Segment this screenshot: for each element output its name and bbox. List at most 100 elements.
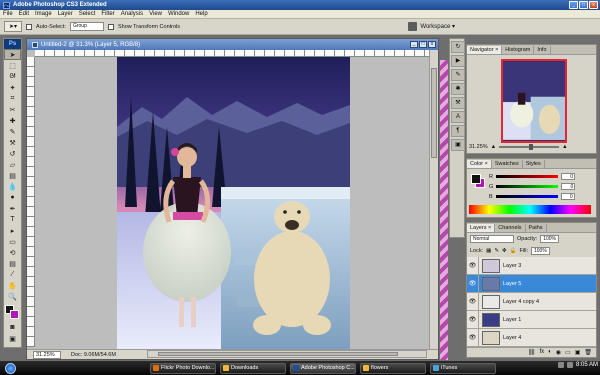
- tab-info[interactable]: Info: [534, 46, 551, 54]
- 3d-rotate-tool-icon[interactable]: ⟲: [4, 247, 21, 258]
- lasso-tool-icon[interactable]: ᘛ: [4, 71, 21, 82]
- network-icon[interactable]: [557, 362, 564, 368]
- horizontal-scroll-thumb[interactable]: [158, 352, 398, 356]
- tab-navigator[interactable]: Navigator ×: [467, 46, 503, 54]
- menu-window[interactable]: Window: [168, 11, 189, 17]
- zoom-out-icon[interactable]: ▲: [491, 144, 496, 150]
- delete-layer-icon[interactable]: 🗑: [584, 349, 592, 356]
- vertical-scroll-thumb[interactable]: [431, 68, 437, 158]
- show-transform-checkbox[interactable]: [107, 23, 114, 30]
- auto-select-checkbox[interactable]: [26, 23, 32, 30]
- tab-layers[interactable]: Layers ×: [467, 224, 496, 232]
- shape-tool-icon[interactable]: ▭: [4, 236, 21, 247]
- character-panel-icon[interactable]: A: [451, 111, 465, 123]
- tool-presets-icon[interactable]: ✎: [451, 69, 465, 81]
- navigator-zoom-value[interactable]: 31.25%: [469, 144, 488, 150]
- lock-transparent-icon[interactable]: ▦: [486, 248, 491, 254]
- opacity-field[interactable]: 100%: [540, 235, 559, 243]
- blur-tool-icon[interactable]: 💧: [4, 181, 21, 192]
- layer-row[interactable]: 👁 Layer 3: [467, 256, 596, 275]
- history-brush-tool-icon[interactable]: ↺: [4, 148, 21, 159]
- tab-color[interactable]: Color ×: [467, 160, 492, 168]
- menu-edit[interactable]: Edit: [19, 11, 29, 17]
- tab-channels[interactable]: Channels: [495, 224, 526, 232]
- menu-view[interactable]: View: [149, 11, 162, 17]
- lock-image-icon[interactable]: ✎: [494, 248, 499, 254]
- doc-maximize-button[interactable]: □: [419, 41, 427, 48]
- actions-panel-icon[interactable]: ▶: [451, 55, 465, 67]
- menu-file[interactable]: File: [3, 11, 13, 17]
- start-button[interactable]: [0, 361, 20, 375]
- pen-tool-icon[interactable]: ✒: [4, 203, 21, 214]
- vertical-scrollbar[interactable]: [429, 50, 438, 350]
- eye-icon[interactable]: 👁: [467, 292, 479, 311]
- taskbar-item-itunes[interactable]: iTunes: [430, 362, 496, 374]
- history-panel-icon[interactable]: ↻: [451, 41, 465, 53]
- layer-row[interactable]: 👁 Layer 4: [467, 328, 596, 347]
- color-foreground-swatch[interactable]: [471, 174, 481, 184]
- brushes-panel-icon[interactable]: ✱: [451, 83, 465, 95]
- clone-stamp-tool-icon[interactable]: ⚒: [4, 137, 21, 148]
- healing-brush-tool-icon[interactable]: ✚: [4, 115, 21, 126]
- lock-all-icon[interactable]: 🔒: [510, 248, 517, 254]
- menu-select[interactable]: Select: [79, 11, 96, 17]
- eyedropper-tool-icon[interactable]: ⁄: [4, 269, 21, 280]
- channel-b-slider[interactable]: [495, 195, 558, 198]
- gradient-tool-icon[interactable]: ▤: [4, 170, 21, 181]
- blend-mode-dropdown[interactable]: Normal: [470, 235, 514, 243]
- quick-mask-icon[interactable]: ◙: [4, 322, 21, 333]
- workspace-menu[interactable]: Workspace ▾: [408, 22, 455, 31]
- new-layer-icon[interactable]: ▣: [575, 349, 581, 356]
- tab-paths[interactable]: Paths: [525, 224, 547, 232]
- zoom-tool-icon[interactable]: 🔍: [4, 291, 21, 302]
- adjustment-layer-icon[interactable]: ◉: [556, 349, 561, 356]
- background-color-swatch[interactable]: [10, 310, 19, 319]
- type-tool-icon[interactable]: T: [4, 214, 21, 225]
- slice-tool-icon[interactable]: ✂: [4, 104, 21, 115]
- magic-wand-tool-icon[interactable]: ✦: [4, 82, 21, 93]
- layer-row[interactable]: 👁 Layer 4 copy 4: [467, 292, 596, 311]
- taskbar-item-flowers[interactable]: flowers: [360, 362, 426, 374]
- eye-icon[interactable]: 👁: [467, 256, 479, 275]
- dodge-tool-icon[interactable]: ●: [4, 192, 21, 203]
- lock-position-icon[interactable]: ✥: [502, 248, 507, 254]
- close-button[interactable]: x: [589, 1, 598, 9]
- link-layers-icon[interactable]: ⛓: [528, 349, 536, 356]
- path-selection-tool-icon[interactable]: ▸: [4, 225, 21, 236]
- color-spectrum[interactable]: [469, 205, 591, 214]
- layer-row-selected[interactable]: 👁 Layer 5: [467, 274, 596, 293]
- doc-minimize-button[interactable]: _: [410, 41, 418, 48]
- menu-image[interactable]: Image: [35, 11, 52, 17]
- color-swatches[interactable]: [4, 304, 21, 322]
- auto-select-dropdown[interactable]: Group: [69, 22, 104, 31]
- layer-comps-icon[interactable]: ▣: [451, 139, 465, 151]
- taskbar-item-photoshop[interactable]: Adobe Photoshop C...: [290, 362, 356, 374]
- menu-filter[interactable]: Filter: [101, 11, 114, 17]
- eye-icon[interactable]: 👁: [467, 310, 479, 329]
- zoom-level-field[interactable]: 31.25%: [33, 350, 61, 359]
- fill-field[interactable]: 100%: [531, 247, 550, 255]
- channel-g-value[interactable]: 0: [561, 183, 576, 190]
- taskbar-item-flickr[interactable]: Flickr Photo Downlo...: [150, 362, 216, 374]
- volume-icon[interactable]: [566, 362, 573, 368]
- horizontal-scrollbar[interactable]: [147, 350, 427, 358]
- navigator-zoom-slider[interactable]: [499, 144, 560, 150]
- screen-mode-icon[interactable]: ▣: [4, 333, 21, 344]
- hand-tool-icon[interactable]: ✋: [4, 280, 21, 291]
- taskbar-item-downloads[interactable]: Downloads: [220, 362, 286, 374]
- channel-g-slider[interactable]: [496, 185, 559, 188]
- tab-swatches[interactable]: Swatches: [491, 160, 523, 168]
- menu-layer[interactable]: Layer: [58, 11, 73, 17]
- maximize-button[interactable]: □: [579, 1, 588, 9]
- navigator-zoom-knob[interactable]: [529, 144, 534, 150]
- channel-r-slider[interactable]: [495, 175, 558, 178]
- tab-styles[interactable]: Styles: [522, 160, 545, 168]
- menu-help[interactable]: Help: [195, 11, 207, 17]
- crop-tool-icon[interactable]: ⌗: [4, 93, 21, 104]
- minimize-button[interactable]: _: [569, 1, 578, 9]
- channel-b-value[interactable]: 0: [560, 193, 575, 200]
- doc-close-button[interactable]: x: [428, 41, 436, 48]
- eye-icon[interactable]: 👁: [467, 328, 479, 347]
- menu-analysis[interactable]: Analysis: [121, 11, 143, 17]
- move-tool-icon[interactable]: ➤: [4, 49, 21, 60]
